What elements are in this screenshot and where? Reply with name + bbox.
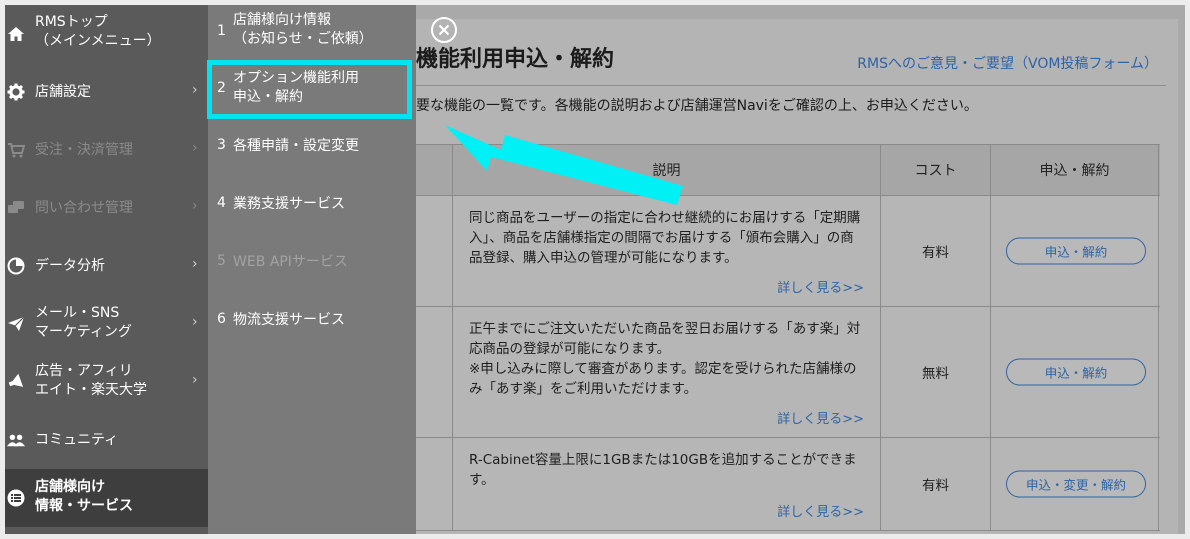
annotation-arrow <box>445 125 683 205</box>
rms-window: 機能利用申込・解約 RMSへのご意見・ご要望（VOM投稿フォーム） 要な機能の一… <box>5 5 1185 534</box>
